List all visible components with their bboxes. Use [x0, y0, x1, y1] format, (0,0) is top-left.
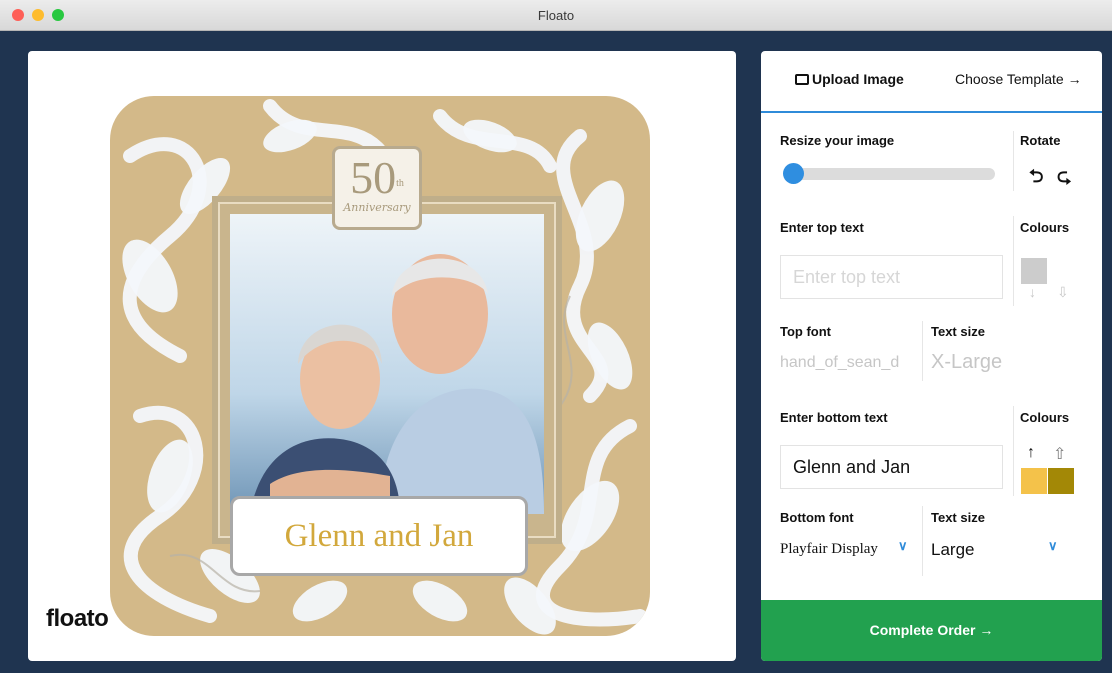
tab-upload-image[interactable]: Upload Image	[795, 71, 904, 87]
divider	[922, 321, 923, 381]
couple-photo[interactable]	[230, 214, 544, 514]
bottom-text-label: Enter bottom text	[780, 410, 888, 425]
rotate-left-button[interactable]: ⮌	[1029, 164, 1043, 194]
chevron-down-icon[interactable]: ∨	[1048, 538, 1058, 554]
coaster-preview: 50th Anniversary Glenn and Jan floato	[28, 51, 736, 661]
badge-superscript: th	[396, 178, 404, 189]
bottom-colour-swatch-1[interactable]	[1021, 468, 1047, 494]
bottom-text-preview: Glenn and Jan	[284, 518, 474, 554]
resize-label: Resize your image	[780, 133, 895, 148]
bottom-font-label: Bottom font	[780, 510, 854, 525]
top-text-size-label: Text size	[931, 324, 985, 339]
image-icon	[795, 74, 809, 85]
arrow-outline-down-icon[interactable]: ⇩	[1057, 284, 1069, 301]
top-font-label: Top font	[780, 324, 832, 339]
arrow-outline-up-icon[interactable]: ⇧	[1053, 444, 1066, 464]
top-font-select[interactable]: hand_of_sean_d	[780, 354, 922, 372]
tab-template-label: Choose Template →	[955, 71, 1082, 87]
tab-upload-label: Upload Image	[812, 71, 904, 87]
top-colours-label: Colours	[1020, 220, 1070, 235]
divider	[1013, 406, 1014, 496]
top-text-label: Enter top text	[780, 220, 864, 235]
bottom-text-plate: Glenn and Jan	[230, 496, 528, 576]
bottom-font-select[interactable]: Playfair Display	[780, 541, 878, 558]
coaster-design: 50th Anniversary Glenn and Jan	[110, 96, 650, 636]
floato-logo: floato	[46, 605, 109, 632]
divider	[1013, 216, 1014, 306]
bottom-text-size-label: Text size	[931, 510, 985, 525]
rotate-label: Rotate	[1020, 133, 1061, 148]
arrow-down-icon[interactable]: ↓	[1029, 284, 1036, 300]
top-text-size-select[interactable]: X-Large	[931, 351, 1002, 374]
rotate-right-button[interactable]: ⮎	[1057, 164, 1071, 194]
chevron-down-icon[interactable]: ∨	[898, 538, 908, 554]
window-title: Floato	[537, 8, 575, 23]
tab-choose-template[interactable]: Choose Template →	[955, 71, 1082, 87]
badge-number: 50th	[350, 152, 404, 203]
editor-panel: Upload Image Choose Template → Resize yo…	[761, 51, 1102, 661]
arrow-up-icon[interactable]: ↑	[1027, 444, 1035, 462]
top-colour-swatch[interactable]	[1021, 258, 1047, 284]
complete-order-button[interactable]: Complete Order →	[761, 600, 1102, 661]
anniversary-badge: 50th Anniversary	[332, 146, 422, 230]
resize-slider-track[interactable]	[785, 168, 995, 180]
divider	[922, 506, 923, 576]
badge-caption: Anniversary	[343, 201, 411, 214]
bottom-text-input[interactable]	[780, 445, 1003, 489]
bottom-colour-swatch-2[interactable]	[1048, 468, 1074, 494]
bottom-text-size-select[interactable]: Large	[931, 540, 974, 560]
resize-slider-handle[interactable]	[783, 163, 804, 184]
photo-frame	[212, 196, 562, 544]
divider	[1013, 131, 1014, 191]
bottom-colours-label: Colours	[1020, 410, 1070, 425]
panel-tabs: Upload Image Choose Template →	[761, 51, 1102, 113]
top-text-input[interactable]	[780, 255, 1003, 299]
window-titlebar: Floato	[0, 0, 1112, 31]
